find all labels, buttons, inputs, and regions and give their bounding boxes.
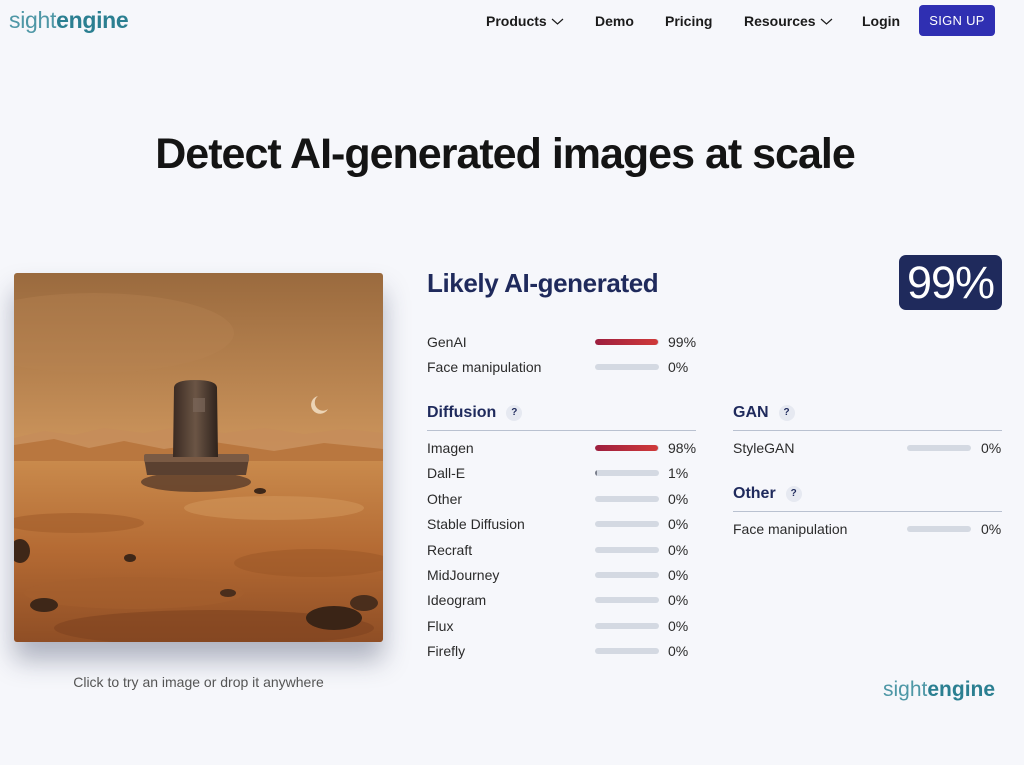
demo-image-dropzone[interactable] (14, 273, 383, 642)
result-row-diffusion: Ideogram 0% (427, 590, 707, 610)
result-row-diffusion: Firefly 0% (427, 641, 707, 661)
result-label: Face manipulation (427, 359, 542, 375)
logo[interactable]: sightengine (9, 7, 129, 34)
result-pct: 0% (668, 541, 689, 558)
score-bar (595, 597, 659, 604)
result-row-diffusion: Recraft 0% (427, 540, 707, 560)
result-label: Face manipulation (733, 521, 848, 537)
nav-login[interactable]: Login (862, 13, 900, 29)
score-bar (907, 526, 971, 532)
result-pct: 0% (668, 490, 689, 507)
other-section-title: Other ? (733, 485, 802, 503)
result-pct: 99% (668, 334, 697, 350)
result-label: MidJourney (427, 567, 500, 583)
result-pct: 0% (668, 617, 689, 634)
result-row-face-manipulation: Face manipulation 0% (427, 357, 707, 377)
result-row-diffusion: Flux 0% (427, 616, 707, 636)
score-bar (595, 521, 659, 528)
chevron-down-icon (820, 18, 832, 25)
score-bar-fill (595, 445, 658, 451)
top-nav: sightengine Products Demo Pricing Resour… (0, 0, 1024, 42)
logo-part-1: sight (883, 678, 928, 701)
result-row-other-face-manipulation: Face manipulation 0% (733, 519, 1002, 539)
nav-demo[interactable]: Demo (595, 13, 634, 29)
result-label: StyleGAN (733, 440, 795, 456)
result-row-diffusion: Other 0% (427, 489, 707, 509)
signup-button[interactable]: SIGN UP (919, 5, 995, 36)
result-row-stylegan: StyleGAN 0% (733, 438, 1002, 458)
nav-products[interactable]: Products (486, 13, 564, 29)
score-bar (907, 445, 971, 451)
result-pct: 1% (668, 465, 689, 482)
section-title: GAN (733, 404, 769, 421)
section-title: Other (733, 485, 776, 502)
divider (733, 430, 1002, 431)
result-label: Stable Diffusion (427, 516, 525, 533)
score-bar (595, 339, 659, 345)
page-title: Detect AI-generated images at scale (155, 130, 856, 178)
result-row-genai: GenAI 99% (427, 332, 707, 352)
score-bar (595, 364, 659, 370)
chevron-down-icon (551, 18, 564, 25)
nav-demo-label: Demo (595, 13, 634, 29)
score-bar (595, 495, 659, 502)
result-pct: 0% (668, 359, 689, 375)
section-title: Diffusion (427, 404, 497, 421)
logo-part-1: sight (9, 7, 57, 33)
result-label: Firefly (427, 643, 466, 660)
gan-section-title: GAN ? (733, 404, 795, 422)
nav-products-label: Products (486, 13, 547, 29)
nav-pricing-label: Pricing (665, 13, 713, 29)
score-bar (595, 648, 659, 655)
nav-resources-label: Resources (744, 13, 816, 29)
result-row-diffusion: Stable Diffusion 0% (427, 514, 707, 534)
divider (427, 430, 696, 431)
drop-hint: Click to try an image or drop it anywher… (73, 674, 324, 690)
result-label: Recraft (427, 541, 473, 558)
help-icon[interactable]: ? (785, 486, 802, 502)
result-row-diffusion: Imagen 98% (427, 438, 707, 458)
nav-resources[interactable]: Resources (744, 13, 833, 29)
score-bar (595, 470, 659, 477)
result-label: Dall-E (427, 465, 466, 482)
verdict-title: Likely AI-generated (427, 268, 659, 298)
result-pct: 98% (668, 440, 697, 456)
result-pct: 0% (981, 521, 1002, 537)
score-bar (595, 572, 659, 578)
score-bar (595, 622, 659, 629)
help-icon[interactable]: ? (778, 405, 795, 421)
result-label: Imagen (427, 440, 474, 456)
score-bar-fill (595, 470, 597, 477)
logo-part-2: engine (927, 678, 996, 701)
result-label: Ideogram (427, 592, 487, 609)
result-row-diffusion: Dall-E 1% (427, 463, 707, 483)
logo-part-2: engine (56, 7, 129, 33)
score-badge: 99% (899, 255, 1002, 310)
result-pct: 0% (668, 567, 689, 583)
result-label: Other (427, 490, 463, 507)
result-pct: 0% (668, 516, 689, 533)
result-pct: 0% (668, 643, 689, 660)
demo-image (14, 273, 383, 642)
help-icon[interactable]: ? (506, 405, 523, 421)
score-bar-fill (595, 339, 659, 345)
result-label: GenAI (427, 334, 467, 350)
result-pct: 0% (981, 440, 1002, 456)
divider (733, 511, 1002, 512)
nav-login-label: Login (862, 13, 901, 29)
footer-logo[interactable]: sightengine (883, 678, 995, 702)
result-row-diffusion: MidJourney 0% (427, 565, 707, 585)
nav-pricing[interactable]: Pricing (665, 13, 712, 29)
score-bar (595, 445, 659, 451)
result-label: Flux (427, 617, 454, 634)
result-pct: 0% (668, 592, 689, 609)
diffusion-section-title: Diffusion ? (427, 404, 523, 422)
score-bar (595, 546, 659, 553)
